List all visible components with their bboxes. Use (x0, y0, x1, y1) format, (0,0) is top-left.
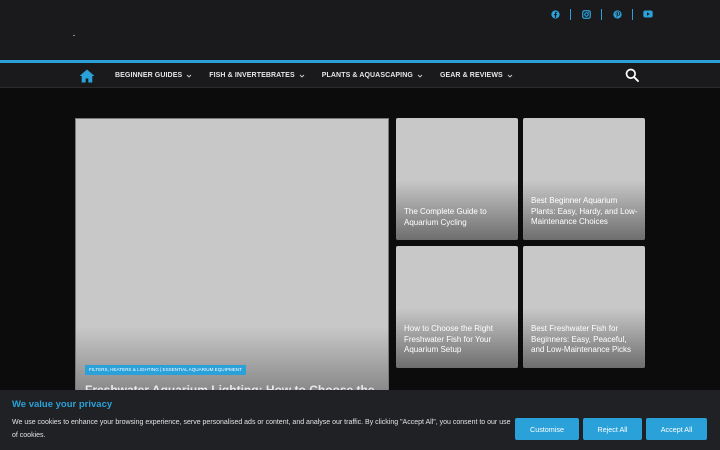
instagram-icon[interactable] (579, 8, 593, 20)
divider (570, 8, 571, 20)
nav-item-fish-invertebrates[interactable]: FISH & INVERTEBRATES (209, 72, 305, 79)
chevron-down-icon (186, 74, 192, 78)
site-logo[interactable] (73, 35, 75, 36)
nav-item-plants-aquascaping[interactable]: PLANTS & AQUASCAPING (322, 72, 423, 79)
chevron-down-icon (299, 74, 305, 78)
post-card-title[interactable]: How to Choose the Right Freshwater Fish … (404, 324, 512, 356)
reject-all-button[interactable]: Reject All (583, 418, 642, 440)
post-card[interactable]: The Complete Guide to Aquarium Cycling (396, 118, 518, 240)
pinterest-icon[interactable] (610, 8, 624, 20)
post-card[interactable]: Best Beginner Aquarium Plants: Easy, Har… (523, 118, 645, 240)
cookie-consent-banner: We value your privacy We use cookies to … (0, 390, 720, 450)
category-badge[interactable]: FILTERS, HEATERS & LIGHTING | ESSENTIAL … (85, 365, 246, 375)
facebook-icon[interactable] (548, 8, 562, 20)
chevron-down-icon (507, 74, 513, 78)
post-card[interactable]: Best Freshwater Fish for Beginners: Easy… (523, 246, 645, 368)
post-card-title[interactable]: Best Freshwater Fish for Beginners: Easy… (531, 324, 639, 356)
nav-item-gear-reviews[interactable]: GEAR & REVIEWS (440, 72, 513, 79)
social-links (548, 8, 655, 20)
divider (632, 8, 633, 20)
post-card-title[interactable]: Best Beginner Aquarium Plants: Easy, Har… (531, 196, 639, 228)
search-icon[interactable] (625, 68, 639, 82)
divider (601, 8, 602, 20)
main-navigation: BEGINNER GUIDES FISH & INVERTEBRATES PLA… (0, 63, 720, 88)
featured-post[interactable]: FILTERS, HEATERS & LIGHTING | ESSENTIAL … (75, 118, 389, 398)
cookie-title: We value your privacy (12, 399, 113, 410)
post-card[interactable]: How to Choose the Right Freshwater Fish … (396, 246, 518, 368)
top-bar (0, 0, 720, 60)
chevron-down-icon (417, 74, 423, 78)
nav-item-beginner-guides[interactable]: BEGINNER GUIDES (115, 72, 192, 79)
post-card-title[interactable]: The Complete Guide to Aquarium Cycling (404, 207, 512, 228)
accept-all-button[interactable]: Accept All (646, 418, 707, 440)
youtube-icon[interactable] (641, 8, 655, 20)
home-icon[interactable] (79, 69, 95, 83)
customise-button[interactable]: Customise (515, 418, 579, 440)
cookie-text: We use cookies to enhance your browsing … (12, 419, 511, 439)
